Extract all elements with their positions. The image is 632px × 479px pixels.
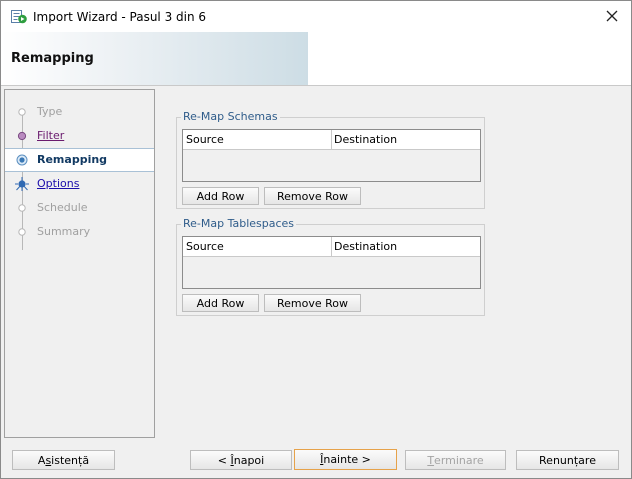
title-bar: Import Wizard - Pasul 3 din 6 [1, 1, 631, 32]
finish-label-mnemonic: T [427, 453, 435, 467]
step-schedule: Schedule [5, 196, 154, 220]
window-title: Import Wizard - Pasul 3 din 6 [33, 10, 207, 24]
back-label-prefix: < [217, 453, 231, 467]
step-type: Type [5, 100, 154, 124]
step-label[interactable]: Filter [37, 129, 64, 142]
help-label-prefix: A [37, 453, 46, 467]
remap-tablespaces-group: Re-Map Tablespaces Source Destination Ad… [176, 217, 485, 316]
step-summary: Summary [5, 220, 154, 244]
step-filter[interactable]: Filter [5, 124, 154, 148]
column-separator[interactable] [331, 130, 332, 149]
step-options[interactable]: Options [5, 172, 154, 196]
schemas-table[interactable]: Source Destination [182, 129, 481, 182]
step-visited-icon [17, 131, 27, 141]
step-label: Type [37, 105, 63, 118]
column-header-destination[interactable]: Destination [334, 240, 397, 253]
step-label: Schedule [37, 201, 88, 214]
finish-button[interactable]: Terminare [405, 450, 506, 470]
table-header: Source Destination [183, 237, 480, 257]
step-label: Summary [37, 225, 91, 238]
cancel-button[interactable]: Renunțare [516, 450, 619, 470]
remap-schemas-group: Re-Map Schemas Source Destination Add Ro… [176, 110, 485, 209]
import-wizard-app-icon [11, 10, 27, 24]
back-label-suffix: napoi [233, 453, 265, 467]
tablespaces-add-row-button[interactable]: Add Row [182, 294, 259, 312]
help-button[interactable]: As istență [12, 450, 115, 470]
wizard-header: Remapping [1, 32, 631, 86]
tablespaces-remove-row-button[interactable]: Remove Row [264, 294, 361, 312]
column-header-destination[interactable]: Destination [334, 133, 397, 146]
column-header-source[interactable]: Source [186, 133, 224, 146]
group-legend: Re-Map Tablespaces [181, 217, 297, 230]
column-separator[interactable] [331, 237, 332, 256]
close-icon[interactable] [599, 4, 625, 28]
step-pending-icon [17, 227, 27, 237]
step-label[interactable]: Options [37, 177, 79, 190]
group-legend: Re-Map Schemas [181, 110, 280, 123]
steps-panel: Type Filter Remapping Options Schedule S… [4, 89, 155, 438]
step-remapping: Remapping [5, 148, 154, 172]
page-title: Remapping [11, 51, 94, 66]
step-label: Remapping [37, 153, 108, 166]
finish-label-suffix: erminare [434, 453, 484, 467]
back-button[interactable]: < Înapoi [190, 450, 292, 470]
column-header-source[interactable]: Source [186, 240, 224, 253]
step-current-icon [16, 154, 28, 166]
table-header: Source Destination [183, 130, 480, 150]
schemas-remove-row-button[interactable]: Remove Row [264, 187, 361, 205]
next-label-suffix: nainte > [323, 453, 371, 466]
step-pending-icon [17, 107, 27, 117]
next-button[interactable]: Înainte > [294, 449, 397, 470]
import-wizard-window: Import Wizard - Pasul 3 din 6 Remapping … [0, 0, 632, 479]
schemas-add-row-button[interactable]: Add Row [182, 187, 259, 205]
step-pending-icon [17, 203, 27, 213]
help-label-suffix: istență [51, 453, 90, 467]
step-next-icon [15, 177, 29, 191]
tablespaces-table[interactable]: Source Destination [182, 236, 481, 289]
